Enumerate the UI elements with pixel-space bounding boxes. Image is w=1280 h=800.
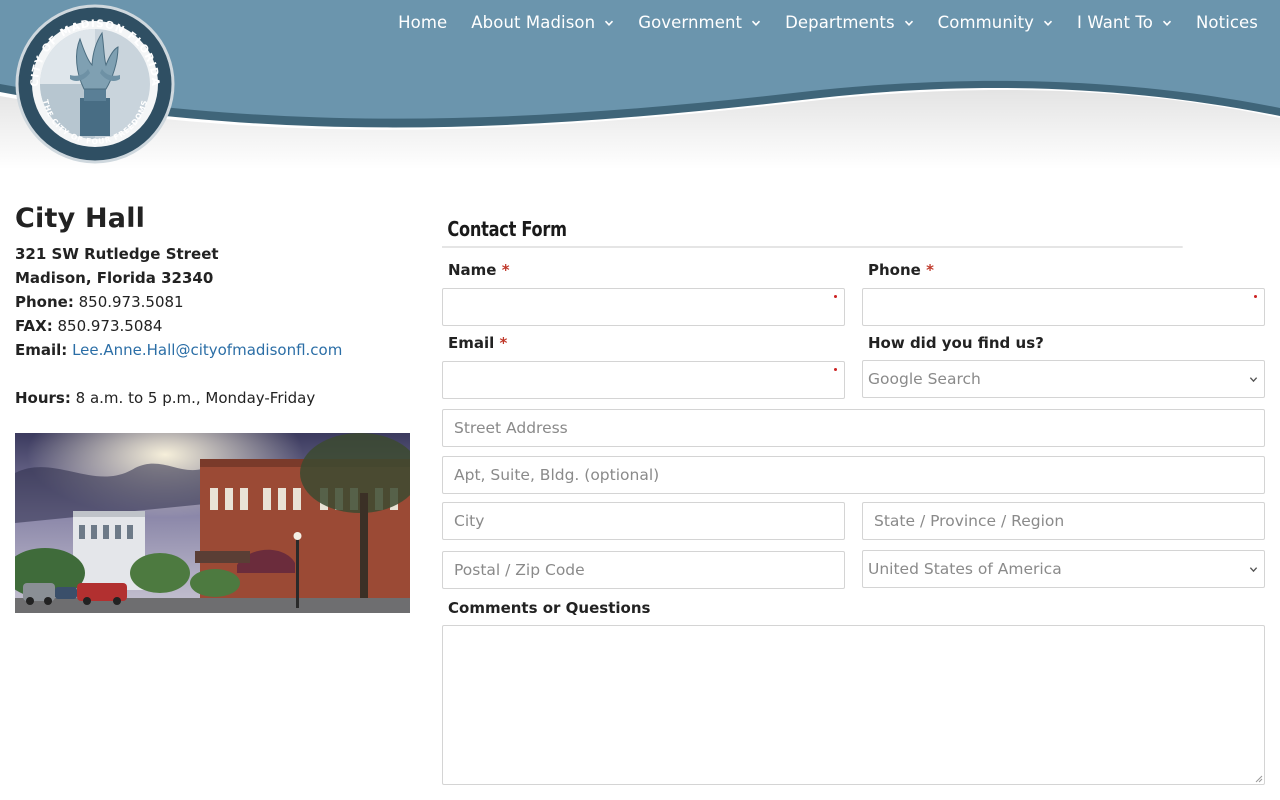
city-input[interactable]: City [442,502,845,540]
nav-notices[interactable]: Notices [1196,13,1258,32]
phone-input[interactable] [862,288,1265,326]
phone-line: Phone: 850.973.5081 [15,290,415,314]
find-us-selected-value: Google Search [868,370,981,388]
hours-line: Hours: 8 a.m. to 5 p.m., Monday-Friday [15,386,415,410]
country-select[interactable]: United States of America [862,550,1265,588]
state-input[interactable]: State / Province / Region [862,502,1265,540]
nav-community[interactable]: Community [938,13,1053,32]
chevron-down-icon [904,20,913,26]
city-placeholder: City [454,512,485,530]
fax-number: 850.973.5084 [57,317,163,335]
apt-suite-placeholder: Apt, Suite, Bldg. (optional) [454,466,660,484]
fax-line: FAX: 850.973.5084 [15,314,415,338]
phone-number: 850.973.5081 [78,293,184,311]
main-navigation: Home About Madison Government Department… [374,13,1258,32]
email-line: Email: Lee.Anne.Hall@cityofmadisonfl.com [15,338,415,362]
phone-field-label: Phone * [868,261,934,279]
zip-code-input[interactable]: Postal / Zip Code [442,551,845,589]
required-asterisk: * [926,261,934,279]
email-label: Email: [15,341,68,359]
required-asterisk: * [501,261,510,279]
comments-label: Comments or Questions [448,599,651,617]
apt-suite-input[interactable]: Apt, Suite, Bldg. (optional) [442,456,1265,494]
nav-government[interactable]: Government [638,13,761,32]
nav-home[interactable]: Home [398,13,447,32]
nav-departments-label: Departments [785,13,895,32]
find-us-label: How did you find us? [868,334,1044,352]
required-dot-icon [834,295,837,298]
chevron-down-icon [605,20,614,26]
fax-label: FAX: [15,317,53,335]
chevron-down-icon [1249,567,1258,573]
downtown-madison-photo [15,433,410,613]
name-field-label: Name * [448,261,510,279]
email-link[interactable]: Lee.Anne.Hall@cityofmadisonfl.com [72,341,342,359]
email-field-label: Email * [448,334,507,352]
street-address-placeholder: Street Address [454,419,568,437]
nav-notices-label: Notices [1195,13,1258,32]
site-header: CITY OF MADISON FLORIDA THE CITY OF FOUR… [0,0,1280,170]
nav-about-madison-label: About Madison [471,13,596,32]
email-label-text: Email [448,334,495,352]
nav-government-label: Government [638,13,743,32]
find-us-select[interactable]: Google Search [862,360,1265,398]
city-hall-heading: City Hall [15,203,146,234]
chevron-down-icon [752,20,761,26]
required-dot-icon [1254,295,1257,298]
chevron-down-icon [1249,377,1258,383]
nav-about-madison[interactable]: About Madison [471,13,614,32]
contact-form-title: Contact Form [442,210,1183,248]
phone-label-text: Phone [868,261,921,279]
resize-grip-icon[interactable] [1253,773,1263,783]
contact-form: Contact Form [442,210,1265,248]
chevron-down-icon [1162,20,1172,26]
street-address-input[interactable]: Street Address [442,409,1265,447]
comments-textarea[interactable] [442,625,1265,785]
city-seal-logo[interactable]: CITY OF MADISON FLORIDA THE CITY OF FOUR… [14,3,176,165]
phone-label: Phone: [15,293,74,311]
nav-home-label: Home [398,13,448,32]
name-input[interactable] [442,288,845,326]
nav-departments[interactable]: Departments [785,13,914,32]
zip-code-placeholder: Postal / Zip Code [454,561,585,579]
street-address-text: 321 SW Rutledge Street [15,245,219,263]
nav-community-label: Community [937,13,1035,32]
state-placeholder: State / Province / Region [874,512,1065,530]
nav-i-want-to[interactable]: I Want To [1077,13,1172,32]
required-dot-icon [834,368,837,371]
chevron-down-icon [1043,20,1053,26]
city-hall-contact-info: City Hall 321 SW Rutledge Street Madison… [15,203,415,410]
country-selected-value: United States of America [868,560,1062,578]
hours-label: Hours: [15,389,71,407]
email-input[interactable] [442,361,845,399]
name-label-text: Name [448,261,497,279]
city-state-zip-text: Madison, Florida 32340 [15,269,214,287]
required-asterisk: * [499,334,508,352]
nav-i-want-to-label: I Want To [1077,13,1153,32]
hours-text: 8 a.m. to 5 p.m., Monday-Friday [75,389,316,407]
